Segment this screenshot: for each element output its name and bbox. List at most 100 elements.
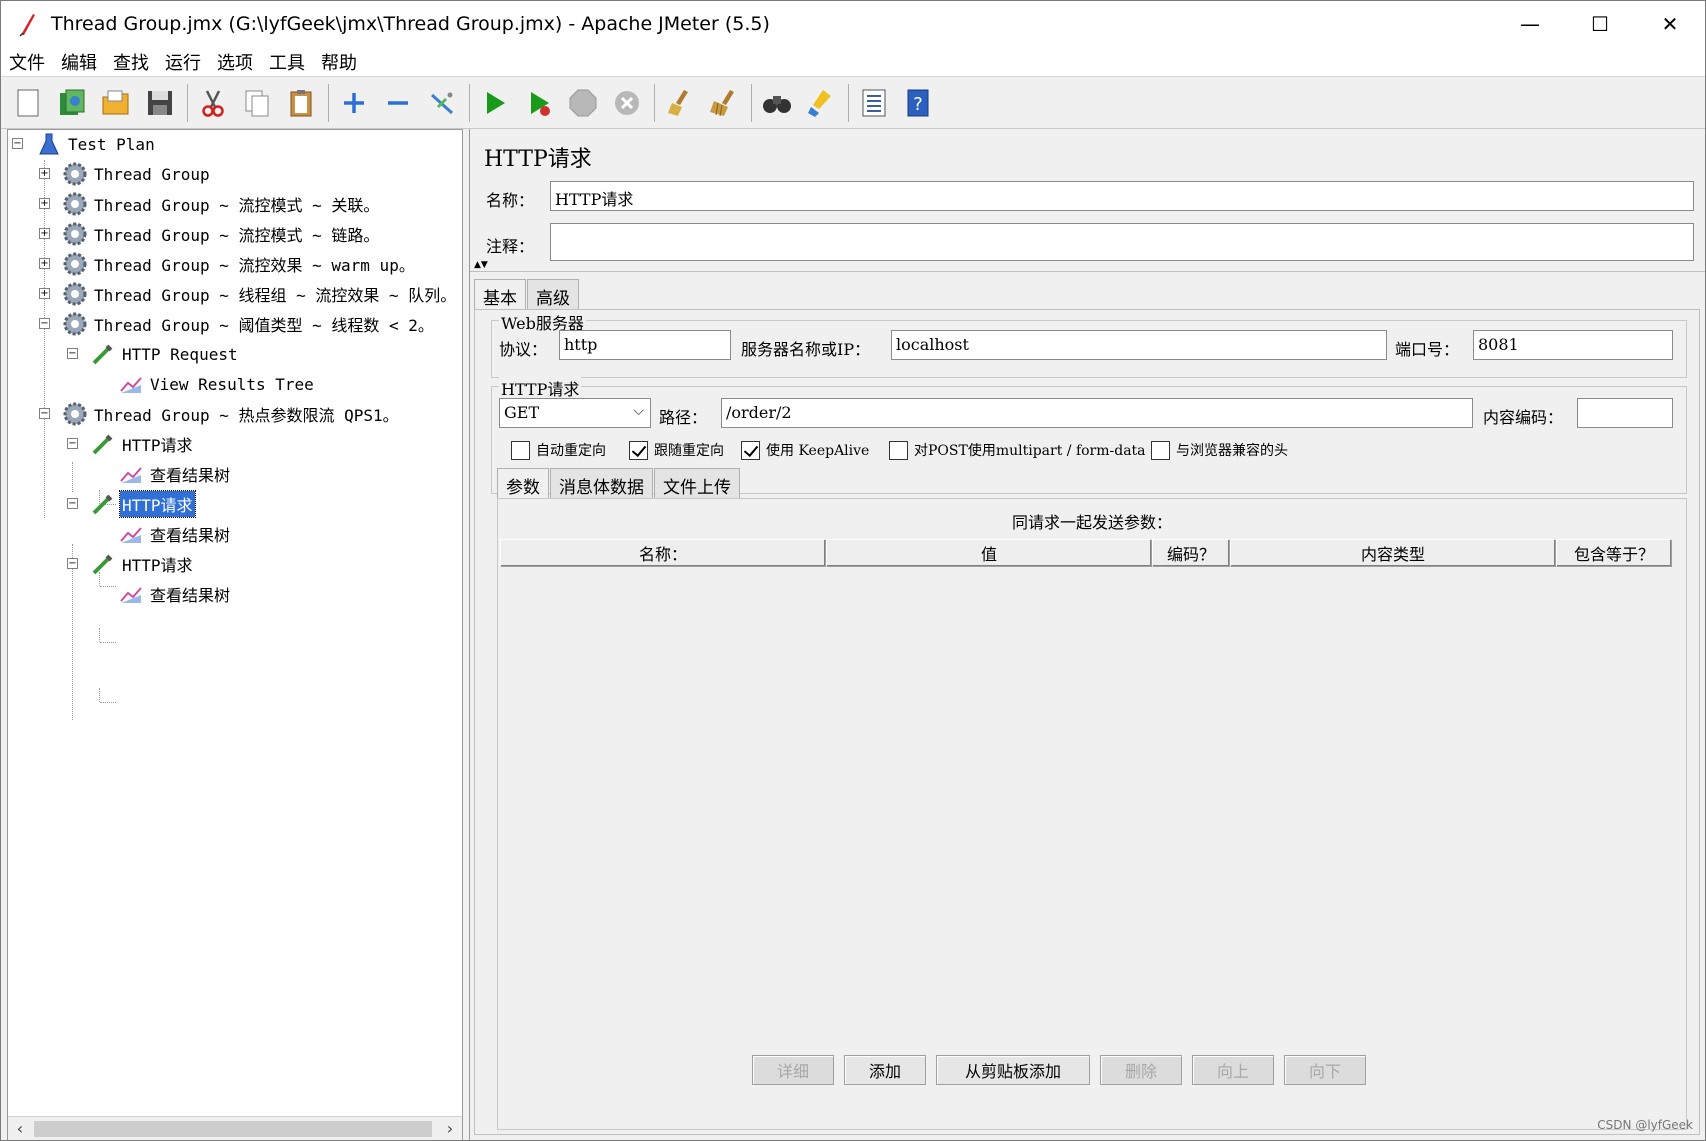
tree-expander[interactable]: +: [39, 228, 50, 239]
menu-file[interactable]: 文件: [7, 49, 47, 75]
checkbox-box[interactable]: [889, 440, 908, 460]
server-field[interactable]: localhost: [891, 330, 1387, 360]
column-encode[interactable]: 编码？: [1152, 539, 1230, 567]
checkbox-box[interactable]: [511, 440, 530, 460]
clear-all-button[interactable]: [705, 83, 743, 123]
tab-advanced[interactable]: 高级: [527, 279, 579, 309]
tree-node-http-request-selected[interactable]: HTTP请求: [90, 490, 196, 518]
tree-expander[interactable]: −: [39, 408, 50, 419]
tab-files-upload[interactable]: 文件上传: [654, 468, 740, 498]
column-content-type[interactable]: 内容类型: [1230, 539, 1556, 567]
tree-expander[interactable]: −: [12, 138, 23, 149]
tree-expander[interactable]: −: [67, 498, 78, 509]
move-up-button[interactable]: 向上: [1192, 1055, 1274, 1085]
tree-node-thread-group[interactable]: Thread Group: [62, 160, 212, 188]
keepalive-checkbox[interactable]: 使用 KeepAlive: [741, 440, 869, 460]
checkbox-box[interactable]: [629, 440, 648, 460]
expand-all-button[interactable]: [335, 83, 373, 123]
tab-parameters[interactable]: 参数: [497, 468, 549, 498]
save-button[interactable]: [141, 83, 179, 123]
tree-expander[interactable]: −: [39, 318, 50, 329]
toggle-button[interactable]: [423, 83, 461, 123]
clear-button[interactable]: [661, 83, 699, 123]
delete-button[interactable]: 删除: [1100, 1055, 1182, 1085]
name-field[interactable]: HTTP请求: [550, 181, 1694, 211]
column-include-equals[interactable]: 包含等于？: [1556, 539, 1672, 567]
port-field[interactable]: 8081: [1473, 330, 1673, 360]
tree-node-http-request[interactable]: HTTP请求: [90, 430, 195, 458]
open-button[interactable]: [97, 83, 135, 123]
detail-button[interactable]: 详细: [752, 1055, 834, 1085]
tree-expander[interactable]: +: [39, 258, 50, 269]
tree-horizontal-scrollbar[interactable]: ‹ ›: [8, 1116, 462, 1140]
scroll-right-icon[interactable]: ›: [440, 1119, 460, 1139]
tree-node-http-request[interactable]: HTTP Request: [90, 340, 240, 368]
tree-connector: [100, 702, 116, 703]
start-button[interactable]: [476, 83, 514, 123]
tree-expander[interactable]: +: [39, 288, 50, 299]
collapse-all-button[interactable]: [379, 83, 417, 123]
copy-button[interactable]: [238, 83, 276, 123]
stop-button[interactable]: [564, 83, 602, 123]
menu-tools[interactable]: 工具: [267, 49, 307, 75]
tree-node-thread-group[interactable]: Thread Group ~ 阈值类型 ~ 线程数 < 2。: [62, 310, 436, 338]
tree-node-thread-group[interactable]: Thread Group ~ 流控效果 ~ warm up。: [62, 250, 417, 278]
tree-node-thread-group[interactable]: Thread Group ~ 热点参数限流 QPS1。: [62, 400, 401, 428]
shutdown-button[interactable]: [608, 83, 646, 123]
add-from-clipboard-button[interactable]: 从剪贴板添加: [936, 1055, 1090, 1085]
comment-field[interactable]: [550, 223, 1694, 261]
function-helper-button[interactable]: [855, 83, 893, 123]
search-button[interactable]: [758, 83, 796, 123]
browser-compatible-headers-checkbox[interactable]: 与浏览器兼容的头: [1151, 440, 1288, 460]
tree-expander[interactable]: −: [67, 348, 78, 359]
parameters-table-body[interactable]: [500, 567, 1676, 1007]
scrollbar-thumb[interactable]: [34, 1121, 432, 1137]
tree-expander[interactable]: +: [39, 198, 50, 209]
checkbox-box[interactable]: [1151, 440, 1170, 460]
method-select[interactable]: GET ⌵: [499, 398, 651, 428]
tree-node-results-tree[interactable]: 查看结果树: [118, 460, 232, 488]
column-value[interactable]: 值: [826, 539, 1152, 567]
column-name[interactable]: 名称：: [500, 539, 826, 567]
menu-help[interactable]: 帮助: [319, 49, 359, 75]
follow-redirects-checkbox[interactable]: 跟随重定向: [629, 440, 724, 460]
tree-expander[interactable]: −: [67, 558, 78, 569]
tree-node-results-tree[interactable]: 查看结果树: [118, 580, 232, 608]
tree-node-results-tree[interactable]: View Results Tree: [118, 370, 316, 398]
scroll-left-icon[interactable]: ‹: [10, 1119, 30, 1139]
help-button[interactable]: ?: [899, 83, 937, 123]
cut-button[interactable]: [194, 83, 232, 123]
menu-edit[interactable]: 编辑: [59, 49, 99, 75]
start-no-pauses-button[interactable]: [520, 83, 558, 123]
checkbox-box[interactable]: [741, 440, 760, 460]
tree-node-label: HTTP Request: [122, 344, 238, 364]
menu-run[interactable]: 运行: [163, 49, 203, 75]
auto-redirect-checkbox[interactable]: 自动重定向: [511, 440, 606, 460]
tree-expander[interactable]: −: [67, 438, 78, 449]
tree-node-results-tree[interactable]: 查看结果树: [118, 520, 232, 548]
encoding-field[interactable]: [1577, 398, 1673, 428]
collapse-toggle-icon[interactable]: ▲▼: [474, 261, 488, 270]
tree-expander[interactable]: +: [39, 168, 50, 179]
templates-button[interactable]: [53, 83, 91, 123]
tree-node-thread-group[interactable]: Thread Group ~ 流控模式 ~ 关联。: [62, 190, 381, 218]
protocol-field[interactable]: http: [559, 330, 731, 360]
add-button[interactable]: 添加: [844, 1055, 926, 1085]
new-button[interactable]: [9, 83, 47, 123]
maximize-button[interactable]: ☐: [1565, 1, 1635, 47]
path-field[interactable]: /order/2: [721, 398, 1473, 428]
close-button[interactable]: ✕: [1635, 1, 1705, 47]
multipart-checkbox[interactable]: 对POST使用multipart / form-data: [889, 440, 1146, 460]
tree-node-thread-group[interactable]: Thread Group ~ 线程组 ~ 流控效果 ~ 队列。: [62, 280, 458, 308]
menu-search[interactable]: 查找: [111, 49, 151, 75]
reset-search-button[interactable]: [802, 83, 840, 123]
move-down-button[interactable]: 向下: [1284, 1055, 1366, 1085]
tree-node-thread-group[interactable]: Thread Group ~ 流控模式 ~ 链路。: [62, 220, 381, 248]
menu-options[interactable]: 选项: [215, 49, 255, 75]
paste-button[interactable]: [282, 83, 320, 123]
tree-node-http-request[interactable]: HTTP请求: [90, 550, 195, 578]
tree-node-test-plan[interactable]: Test Plan: [36, 130, 157, 158]
tab-body-data[interactable]: 消息体数据: [550, 468, 653, 498]
minimize-button[interactable]: —: [1495, 1, 1565, 47]
tab-basic[interactable]: 基本: [474, 279, 526, 309]
